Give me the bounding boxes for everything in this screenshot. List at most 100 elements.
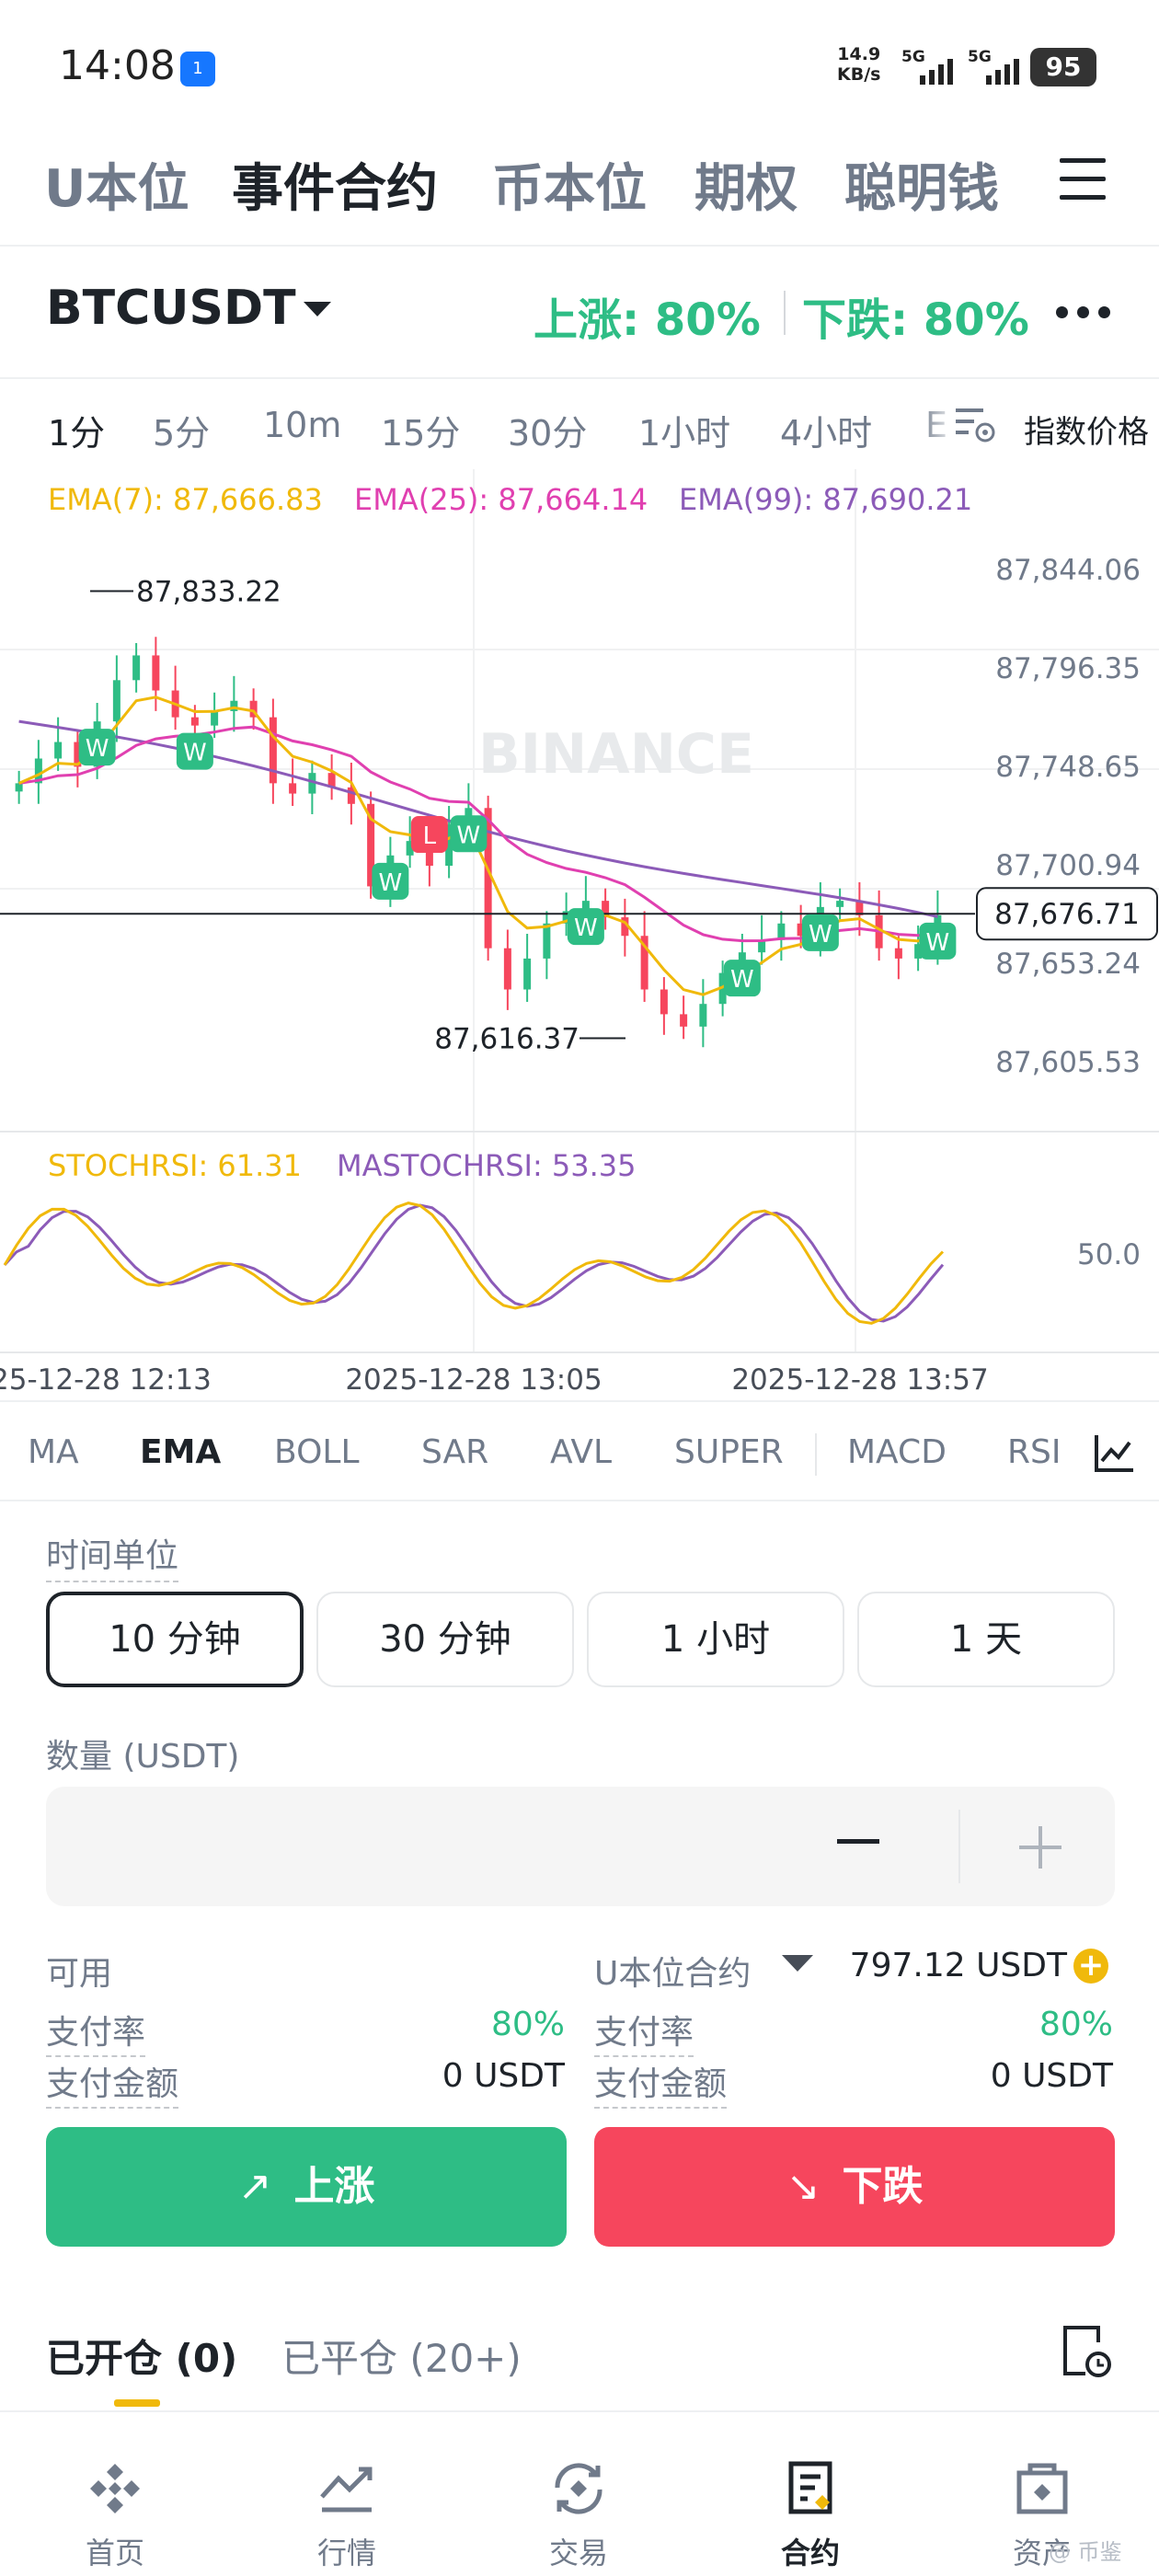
- ema7-legend: EMA(7): 87,666.83: [48, 482, 323, 517]
- win-marker-label: W: [809, 921, 832, 949]
- high-price-label: 87,833.22: [136, 575, 281, 608]
- candle: [152, 655, 160, 691]
- divider: [0, 377, 1159, 379]
- payout-rate-label: 支付率: [46, 2006, 146, 2057]
- bottom-nav: 首页 行情 交易 合约 资产: [0, 2410, 1159, 2576]
- history-icon[interactable]: [1058, 2322, 1113, 2381]
- indicator-ma[interactable]: MA: [28, 1433, 79, 1471]
- interval-30m[interactable]: 30分: [508, 405, 587, 455]
- trade-icon: [555, 2463, 602, 2514]
- divider: [958, 1810, 960, 1883]
- loss-marker-label: L: [423, 822, 437, 850]
- add-funds-icon[interactable]: +: [1073, 1949, 1108, 1984]
- tab-options[interactable]: 期权: [694, 147, 798, 222]
- indicator-ema[interactable]: EMA: [140, 1433, 221, 1471]
- interval-10m[interactable]: 10m: [263, 405, 341, 445]
- nav-trade[interactable]: 交易: [496, 2412, 661, 2576]
- price-tick: 87,844.06: [995, 554, 1141, 587]
- indicator-avl[interactable]: AVL: [550, 1433, 612, 1471]
- nav-trade-label: 交易: [548, 2536, 608, 2570]
- divider: [0, 245, 1159, 247]
- chart-canvas[interactable]: BINANCE 87,844.06 87,796.35 87,748.65 87,700…: [0, 469, 1159, 1398]
- candle: [523, 958, 532, 990]
- time-tick: 2025-12-28 13:57: [731, 1363, 988, 1397]
- interval-1m[interactable]: 1分: [48, 405, 105, 455]
- candle: [543, 923, 551, 959]
- tab-event-contracts[interactable]: 事件合约: [232, 147, 438, 222]
- indicator-boll[interactable]: BOLL: [274, 1433, 360, 1471]
- symbol-selector[interactable]: BTCUSDT: [46, 281, 296, 336]
- time-unit-30m[interactable]: 30 分钟: [316, 1592, 574, 1687]
- nav-home[interactable]: 首页: [32, 2412, 198, 2576]
- candle: [660, 989, 668, 1015]
- interval-5m[interactable]: 5分: [153, 405, 210, 455]
- decrement-button[interactable]: [837, 1839, 879, 1844]
- payout-amount-up: 0 USDT: [442, 2057, 565, 2095]
- signal-icon: 5G: [968, 48, 1027, 88]
- indicator-macd[interactable]: MACD: [847, 1433, 947, 1471]
- chart-settings-icon[interactable]: [1091, 1430, 1137, 1476]
- divider: [0, 1500, 1159, 1501]
- wallet-icon: [1016, 2463, 1068, 2514]
- home-icon: [90, 2464, 140, 2513]
- payout-amount-down: 0 USDT: [990, 2057, 1113, 2095]
- caret-down-icon[interactable]: [782, 1955, 813, 1972]
- price-tick: 87,605.53: [995, 1046, 1141, 1079]
- down-button[interactable]: ↘ 下跌: [594, 2127, 1115, 2247]
- candle: [680, 1014, 688, 1027]
- status-bar: 14:08 1 14.9 KB/s 5G 5G 95: [0, 0, 1159, 129]
- payout-rate-label: 支付率: [594, 2006, 694, 2057]
- candle: [269, 717, 277, 784]
- win-marker-label: W: [730, 966, 754, 994]
- indicator-super[interactable]: SUPER: [674, 1433, 784, 1471]
- price-tick: 87,748.65: [995, 751, 1141, 784]
- current-price-label: 87,676.71: [994, 898, 1140, 931]
- candle: [132, 655, 141, 681]
- caret-down-icon[interactable]: [304, 302, 331, 316]
- account-type-selector[interactable]: U本位合约: [594, 1947, 751, 1995]
- win-marker-label: W: [574, 914, 598, 942]
- markets-icon: [320, 2467, 373, 2513]
- interval-1h[interactable]: 1小时: [638, 405, 730, 455]
- more-icon[interactable]: [1056, 306, 1111, 319]
- candle: [503, 948, 511, 990]
- tab-closed-positions[interactable]: 已平仓 (20+): [281, 2328, 522, 2384]
- down-payout-rate: 下跌: 80%: [802, 294, 1029, 346]
- up-button[interactable]: ↗ 上涨: [46, 2127, 567, 2247]
- time-tick: 2025-12-28 13:05: [345, 1363, 602, 1397]
- candle: [15, 783, 23, 792]
- product-tabs: U本位 事件合约 币本位 期权 聪明钱: [0, 138, 1159, 248]
- time-unit-1d[interactable]: 1 天: [857, 1592, 1115, 1687]
- quantity-input[interactable]: [46, 1787, 1115, 1906]
- tab-coin-margined[interactable]: 币本位: [492, 147, 647, 222]
- tab-open-positions[interactable]: 已开仓 (0): [46, 2328, 237, 2384]
- time-unit-label: 时间单位: [46, 1529, 179, 1582]
- tab-u-margined[interactable]: U本位: [44, 147, 189, 222]
- available-balance: 797.12 USDT: [849, 1947, 1067, 1984]
- plus-icon[interactable]: [1039, 1826, 1042, 1869]
- nav-home-label: 首页: [85, 2536, 144, 2570]
- index-price-toggle[interactable]: 指数价格: [1024, 407, 1149, 452]
- win-marker-label: W: [926, 929, 950, 957]
- sim2-label: 5G: [968, 48, 992, 66]
- indicator-rsi[interactable]: RSI: [1007, 1433, 1062, 1471]
- ema25-legend: EMA(25): 87,664.14: [354, 482, 648, 517]
- battery-icon: 95: [1030, 48, 1096, 86]
- nav-markets-label: 行情: [316, 2536, 376, 2570]
- nav-markets[interactable]: 行情: [264, 2412, 430, 2576]
- menu-icon[interactable]: [1060, 158, 1106, 201]
- sim1-label: 5G: [901, 48, 925, 66]
- watermark: @ 币鉴: [1049, 2539, 1122, 2565]
- payout-amount-label: 支付金额: [46, 2057, 179, 2109]
- interval-4h[interactable]: 4小时: [780, 405, 872, 455]
- nav-futures[interactable]: 合约: [728, 2412, 893, 2576]
- payout-rate-down: 80%: [1039, 2006, 1113, 2043]
- interval-15m[interactable]: 15分: [381, 405, 460, 455]
- kline-chart[interactable]: BINANCE 87,844.06 87,796.35 87,748.65 87,700…: [0, 469, 1159, 1398]
- payout-rate-up: 80%: [490, 2006, 565, 2043]
- time-unit-10m[interactable]: 10 分钟: [46, 1592, 304, 1687]
- index-price-icon[interactable]: [952, 401, 998, 447]
- tab-smart-money[interactable]: 聪明钱: [844, 147, 999, 222]
- indicator-sar[interactable]: SAR: [421, 1433, 488, 1471]
- time-unit-1h[interactable]: 1 小时: [587, 1592, 844, 1687]
